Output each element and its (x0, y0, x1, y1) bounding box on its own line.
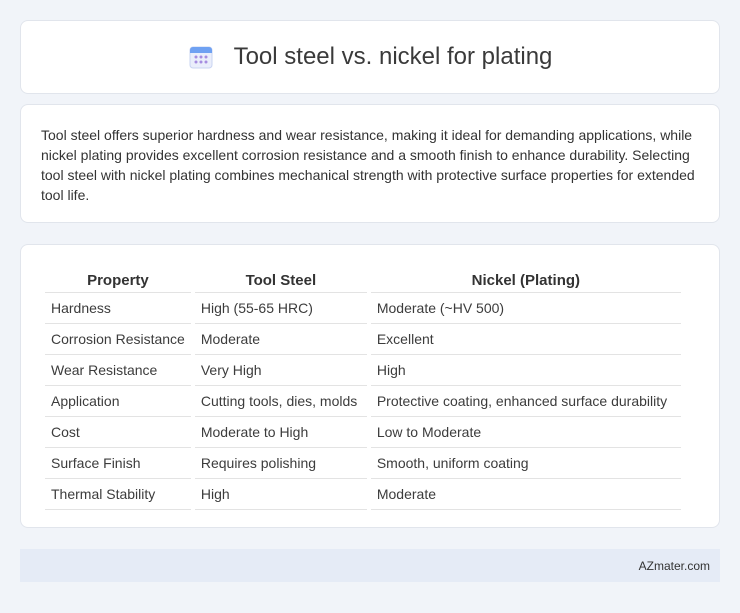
table-cell: Moderate (~HV 500) (370, 293, 681, 324)
table-cell: Cutting tools, dies, molds (194, 386, 367, 417)
description-card: Tool steel offers superior hardness and … (20, 104, 720, 223)
table-cell: Cost (45, 417, 191, 448)
footer-site-link[interactable]: AZmater.com (639, 559, 710, 573)
title-card: Tool steel vs. nickel for plating (20, 20, 720, 94)
comparison-table-card: Property Tool Steel Nickel (Plating) Har… (20, 244, 720, 528)
table-cell: Moderate (194, 324, 367, 355)
table-cell: Requires polishing (194, 448, 367, 479)
table-cell: Very High (194, 355, 367, 386)
page-title: Tool steel vs. nickel for plating (233, 43, 553, 70)
table-row: Hardness High (55-65 HRC) Moderate (~HV … (45, 293, 681, 324)
calendar-icon (188, 44, 214, 70)
table-row: Wear Resistance Very High High (45, 355, 681, 386)
table-cell: High (55-65 HRC) (194, 293, 367, 324)
table-cell: Wear Resistance (45, 355, 191, 386)
table-cell: Low to Moderate (370, 417, 681, 448)
table-cell: Excellent (370, 324, 681, 355)
table-header-row: Property Tool Steel Nickel (Plating) (45, 265, 681, 293)
table-row: Cost Moderate to High Low to Moderate (45, 417, 681, 448)
table-cell: Smooth, uniform coating (370, 448, 681, 479)
table-cell: Surface Finish (45, 448, 191, 479)
column-header-nickel: Nickel (Plating) (370, 265, 681, 293)
footer: AZmater.com (20, 549, 720, 582)
table-cell: Hardness (45, 293, 191, 324)
comparison-table: Property Tool Steel Nickel (Plating) Har… (41, 265, 685, 510)
table-row: Application Cutting tools, dies, molds P… (45, 386, 681, 417)
table-cell: Moderate (370, 479, 681, 510)
description-text: Tool steel offers superior hardness and … (41, 127, 695, 203)
table-cell: High (370, 355, 681, 386)
table-row: Corrosion Resistance Moderate Excellent (45, 324, 681, 355)
column-header-tool-steel: Tool Steel (194, 265, 367, 293)
table-row: Thermal Stability High Moderate (45, 479, 681, 510)
table-cell: Thermal Stability (45, 479, 191, 510)
table-cell: Protective coating, enhanced surface dur… (370, 386, 681, 417)
column-header-property: Property (45, 265, 191, 293)
table-cell: High (194, 479, 367, 510)
table-cell: Moderate to High (194, 417, 367, 448)
table-cell: Corrosion Resistance (45, 324, 191, 355)
table-cell: Application (45, 386, 191, 417)
table-row: Surface Finish Requires polishing Smooth… (45, 448, 681, 479)
